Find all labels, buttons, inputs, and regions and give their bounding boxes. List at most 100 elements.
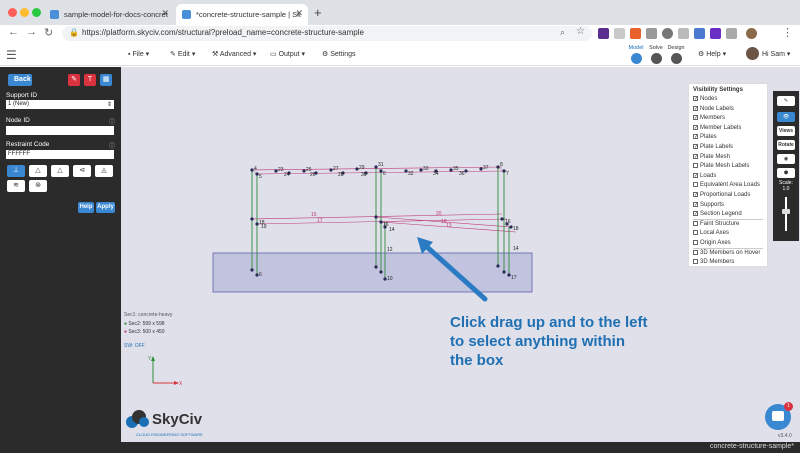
checkbox[interactable]: ✓ <box>693 211 698 217</box>
checkbox[interactable] <box>693 249 698 255</box>
restraint-code-input[interactable]: FFFFFF <box>6 150 114 159</box>
visibility-option[interactable]: ✓ Members <box>693 115 725 121</box>
bookmark-star-icon[interactable]: ☆ <box>576 26 585 37</box>
visibility-option[interactable]: ✓ Supports <box>693 201 724 208</box>
extension-icon[interactable] <box>630 28 641 39</box>
support-id-select[interactable]: 1 (New) ⇕ <box>6 100 114 109</box>
visibility-option[interactable]: 3D Members <box>693 259 734 265</box>
spring-support-button[interactable]: ≋ <box>7 180 25 192</box>
rotate-button[interactable]: Rotate <box>777 140 795 150</box>
user-avatar[interactable] <box>746 47 759 60</box>
checkbox[interactable]: ✓ <box>693 144 698 150</box>
extension-icon[interactable] <box>678 28 689 39</box>
reload-icon[interactable]: ↻ <box>44 26 53 39</box>
checkbox[interactable] <box>693 240 698 245</box>
visibility-option[interactable]: Equivalent Area Loads <box>693 182 760 188</box>
user-menu[interactable]: Hi Sam ▾ <box>762 50 790 58</box>
visibility-option[interactable]: ✓ Proportional Loads <box>693 192 750 198</box>
checkbox[interactable]: ✓ <box>693 153 698 159</box>
visibility-option[interactable]: ✓ Node Labels <box>693 105 734 112</box>
close-tab-icon[interactable]: ✕ <box>161 8 169 19</box>
apply-button[interactable]: Apply <box>96 202 115 213</box>
pin-icon[interactable]: ✎ <box>68 74 80 86</box>
browser-tab-active[interactable]: *concrete-structure-sample | Sk ✕ <box>176 4 308 25</box>
visibility-option[interactable]: ✓ Loads <box>693 172 716 179</box>
info-icon[interactable]: ⓘ <box>109 117 115 126</box>
extension-icon[interactable] <box>646 28 657 39</box>
mode-solve[interactable]: Solve <box>646 45 666 64</box>
checkbox[interactable]: ✓ <box>693 105 698 111</box>
help-menu[interactable]: ⚙ Help ▾ <box>698 50 726 58</box>
visibility-option[interactable]: ✓ Plate Labels <box>693 144 733 150</box>
extension-icon[interactable] <box>662 28 673 39</box>
visibility-option[interactable]: Origin Axes <box>693 240 731 246</box>
checkbox[interactable]: ✓ <box>693 134 698 140</box>
url-bar[interactable]: 🔒 https://platform.skyciv.com/structural… <box>62 26 592 41</box>
visibility-option[interactable]: ✓ Nodes <box>693 96 717 102</box>
extension-icon[interactable] <box>694 28 705 39</box>
minimize-window-button[interactable] <box>20 8 29 17</box>
checkbox[interactable] <box>693 220 698 226</box>
visibility-option[interactable]: ✓ Member Labels <box>693 124 741 131</box>
close-window-button[interactable] <box>8 8 17 17</box>
camera-icon[interactable]: ◉ <box>777 154 795 164</box>
back-button[interactable]: Back <box>8 74 32 86</box>
mode-model[interactable]: Model <box>626 45 646 64</box>
pinned-x-support-button[interactable]: △ <box>51 165 69 177</box>
close-tab-icon[interactable]: ✕ <box>295 8 303 19</box>
extension-icon[interactable] <box>726 28 737 39</box>
checkbox[interactable] <box>693 163 698 169</box>
pinned-support-button[interactable]: △ <box>29 165 47 177</box>
extension-icon[interactable] <box>614 28 625 39</box>
new-tab-button[interactable]: + <box>314 5 322 20</box>
visibility-option[interactable]: ✓ Plate Mesh <box>693 153 730 160</box>
info-icon[interactable]: ⓘ <box>109 141 115 150</box>
help-button[interactable]: Help <box>78 202 94 213</box>
extension-icon[interactable] <box>710 28 721 39</box>
maximize-window-button[interactable] <box>32 8 41 17</box>
checkbox[interactable]: ✓ <box>693 201 698 207</box>
menu-settings[interactable]: ⚙ Settings <box>322 50 356 58</box>
forward-arrow-icon[interactable]: → <box>26 26 37 38</box>
visibility-option[interactable]: ✓ Plates <box>693 134 717 140</box>
status-bar: concrete-structure-sample* <box>121 442 800 453</box>
menu-advanced[interactable]: ⚒ Advanced ▾ <box>212 50 256 58</box>
text-icon[interactable]: T <box>84 74 96 86</box>
checkbox[interactable]: ✓ <box>693 192 698 198</box>
eye-icon[interactable]: 👁 <box>777 112 795 122</box>
checkbox[interactable]: ✓ <box>693 172 698 178</box>
fixed-support-button[interactable]: ⊥ <box>7 165 25 177</box>
roller-support-button[interactable]: ◬ <box>95 165 113 177</box>
profile-avatar-icon[interactable] <box>746 28 757 39</box>
extension-icon[interactable] <box>598 28 609 39</box>
back-arrow-icon[interactable]: ← <box>8 26 19 38</box>
checkbox[interactable]: ✓ <box>693 124 698 130</box>
menu-output[interactable]: ▭ Output ▾ <box>270 50 305 58</box>
cube-icon[interactable]: ⬢ <box>777 168 795 178</box>
checkbox[interactable]: ✓ <box>693 96 698 102</box>
checkbox[interactable]: ✓ <box>693 115 698 121</box>
node-id-input[interactable] <box>6 126 114 135</box>
browser-tab[interactable]: sample-model-for-docs-concret ✕ <box>44 4 174 25</box>
search-icon[interactable]: ⌕ <box>560 27 565 38</box>
scale-slider-track[interactable] <box>785 197 787 231</box>
mode-design[interactable]: Design <box>666 45 686 64</box>
checkbox[interactable] <box>693 259 698 265</box>
table-icon[interactable]: ▦ <box>100 74 112 86</box>
checkbox[interactable] <box>693 182 698 188</box>
hamburger-menu-icon[interactable]: ☰ <box>6 48 17 62</box>
menu-edit[interactable]: ✎ Edit ▾ <box>170 50 195 58</box>
pencil-icon[interactable]: ✎ <box>777 96 795 106</box>
scale-slider-handle[interactable] <box>782 209 790 214</box>
roller-support-button[interactable]: ⊲ <box>73 165 91 177</box>
checkbox[interactable] <box>693 230 698 236</box>
custom-support-button[interactable]: ⊛ <box>29 180 47 192</box>
visibility-option[interactable]: Faint Structure <box>693 220 739 227</box>
visibility-option[interactable]: Local Axes <box>693 230 729 236</box>
visibility-option[interactable]: ✓ Section Legend <box>693 211 742 217</box>
menu-file[interactable]: ▪ File ▾ <box>128 50 149 58</box>
views-button[interactable]: Views <box>777 126 795 136</box>
visibility-option[interactable]: Plate Mesh Labels <box>693 163 749 169</box>
visibility-option[interactable]: 3D Members on Hover <box>693 249 760 256</box>
browser-menu-icon[interactable]: ⋮ <box>782 26 793 39</box>
